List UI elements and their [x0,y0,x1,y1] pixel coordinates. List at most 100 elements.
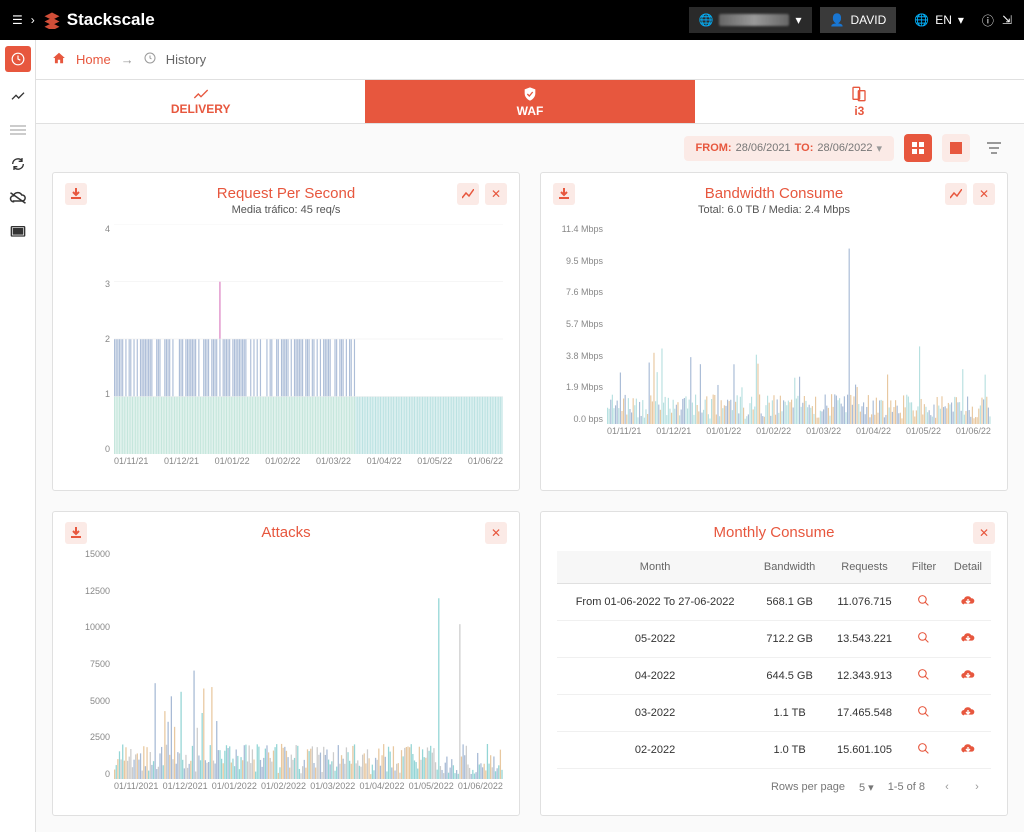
tick: 3 [69,279,110,289]
date-range-chip[interactable]: FROM: 28/06/2021 TO: 28/06/2022 ▾ [684,136,894,161]
filter-button[interactable] [917,746,930,758]
x-axis: 01/11/2021 01/12/2021 01/01/2022 01/02/2… [114,781,503,799]
detail-button[interactable] [960,672,976,684]
tick: 01/12/21 [656,426,691,444]
close-button[interactable]: ✕ [973,522,995,544]
tab-waf[interactable]: WAF [365,80,694,123]
detail-button[interactable] [960,746,976,758]
detail-button[interactable] [960,635,976,647]
rpp-label: Rows per page [771,781,845,793]
filter-button[interactable] [917,598,930,610]
tick: 01/03/22 [316,456,351,474]
chevron-down-icon: ▾ [958,13,964,27]
lang-selector[interactable]: 🌐 EN ▾ [904,7,974,33]
logo-icon [43,11,61,29]
chart-mode-button[interactable] [457,183,479,205]
from-date: 28/06/2021 [736,142,791,154]
tick: 01/06/22 [956,426,991,444]
org-selector[interactable]: 🌐 ▾ [689,7,812,33]
close-button[interactable]: ✕ [485,183,507,205]
filter-button[interactable] [917,672,930,684]
tab-delivery[interactable]: DELIVERY [36,80,365,123]
close-button[interactable]: ✕ [485,522,507,544]
col-detail: Detail [945,551,991,584]
cell-requests: 11.076.715 [826,584,903,621]
cell-month: 05-2022 [557,621,753,658]
tick: 1 [69,389,110,399]
from-label: FROM: [696,142,732,154]
tick: 1.9 Mbps [557,382,603,392]
user-name: DAVID [850,13,886,27]
user-chip[interactable]: 👤 DAVID [820,7,897,33]
cell-bandwidth: 712.2 GB [753,621,826,658]
col-bandwidth: Bandwidth [753,551,826,584]
globe-icon: 🌐 [699,13,714,27]
cell-bandwidth: 644.5 GB [753,658,826,695]
tick: 01/05/2022 [409,781,454,799]
next-page-button[interactable]: › [969,779,985,795]
monthly-table: Month Bandwidth Requests Filter Detail F… [557,551,991,769]
sidebar-refresh-icon[interactable] [8,154,28,174]
sidebar-monitor-icon[interactable] [8,222,28,242]
tab-waf-label: WAF [517,104,544,118]
tick: 01/04/22 [856,426,891,444]
single-view-button[interactable] [942,134,970,162]
sidebar-chart-icon[interactable] [8,86,28,106]
tick: 0.0 bps [557,414,603,424]
exit-icon[interactable]: ⇲ [1002,13,1012,27]
tick: 5000 [69,696,110,706]
detail-button[interactable] [960,709,976,721]
table-row: 03-20221.1 TB17.465.548 [557,695,991,732]
grid-view-button[interactable] [904,134,932,162]
tick: 4 [69,224,110,234]
tab-i3[interactable]: i3 [695,80,1024,123]
sidebar-history-icon[interactable] [5,46,31,72]
tick: 01/02/2022 [261,781,306,799]
menu-icon[interactable]: ☰ [12,13,23,27]
y-axis: 4 3 2 1 0 [69,224,114,454]
main-area: Home → History DELIVERY WAF i3 FROM [36,40,1024,832]
tick: 2500 [69,732,110,742]
tick: 01/03/2022 [310,781,355,799]
plot-rps [114,224,503,454]
pagination: Rows per page 5 ▾ 1-5 of 8 ‹ › [557,769,991,795]
tick: 01/04/22 [367,456,402,474]
rpp-select[interactable]: 5 ▾ [859,781,874,794]
tick: 01/12/21 [164,456,199,474]
filter-button[interactable] [917,709,930,721]
help-icon[interactable]: ⓘ [982,12,994,29]
cell-requests: 12.343.913 [826,658,903,695]
tick: 01/11/21 [607,426,641,444]
chart-mode-button[interactable] [945,183,967,205]
download-button[interactable] [65,183,87,205]
globe-icon: 🌐 [914,13,929,27]
filter-button[interactable] [917,635,930,647]
col-filter: Filter [903,551,945,584]
prev-page-button[interactable]: ‹ [939,779,955,795]
arrow-right-icon: → [121,52,134,67]
forward-icon[interactable]: › [31,13,35,27]
detail-button[interactable] [960,598,976,610]
tick: 9.5 Mbps [557,256,603,266]
sidebar-list-icon[interactable] [8,120,28,140]
x-axis: 01/11/21 01/12/21 01/01/22 01/02/22 01/0… [607,426,991,444]
filter-button[interactable] [980,134,1008,162]
download-button[interactable] [553,183,575,205]
tick: 0 [69,769,110,779]
cell-month: From 01-06-2022 To 27-06-2022 [557,584,753,621]
breadcrumb-home[interactable]: Home [76,52,111,67]
tick: 01/01/2022 [212,781,257,799]
to-label: TO: [795,142,814,154]
brand[interactable]: Stackscale [43,10,155,30]
trend-icon [193,88,209,100]
tick: 7.6 Mbps [557,287,603,297]
top-bar: ☰ › Stackscale 🌐 ▾ 👤 DAVID 🌐 EN ▾ ⓘ ⇲ [0,0,1024,40]
download-button[interactable] [65,522,87,544]
brand-text: Stackscale [67,10,155,30]
card-subtitle: Media tráfico: 45 req/s [69,204,503,216]
sidebar-cloud-off-icon[interactable] [8,188,28,208]
breadcrumb: Home → History [36,40,1024,80]
left-sidebar [0,40,36,832]
home-icon[interactable] [52,51,66,68]
close-button[interactable]: ✕ [973,183,995,205]
